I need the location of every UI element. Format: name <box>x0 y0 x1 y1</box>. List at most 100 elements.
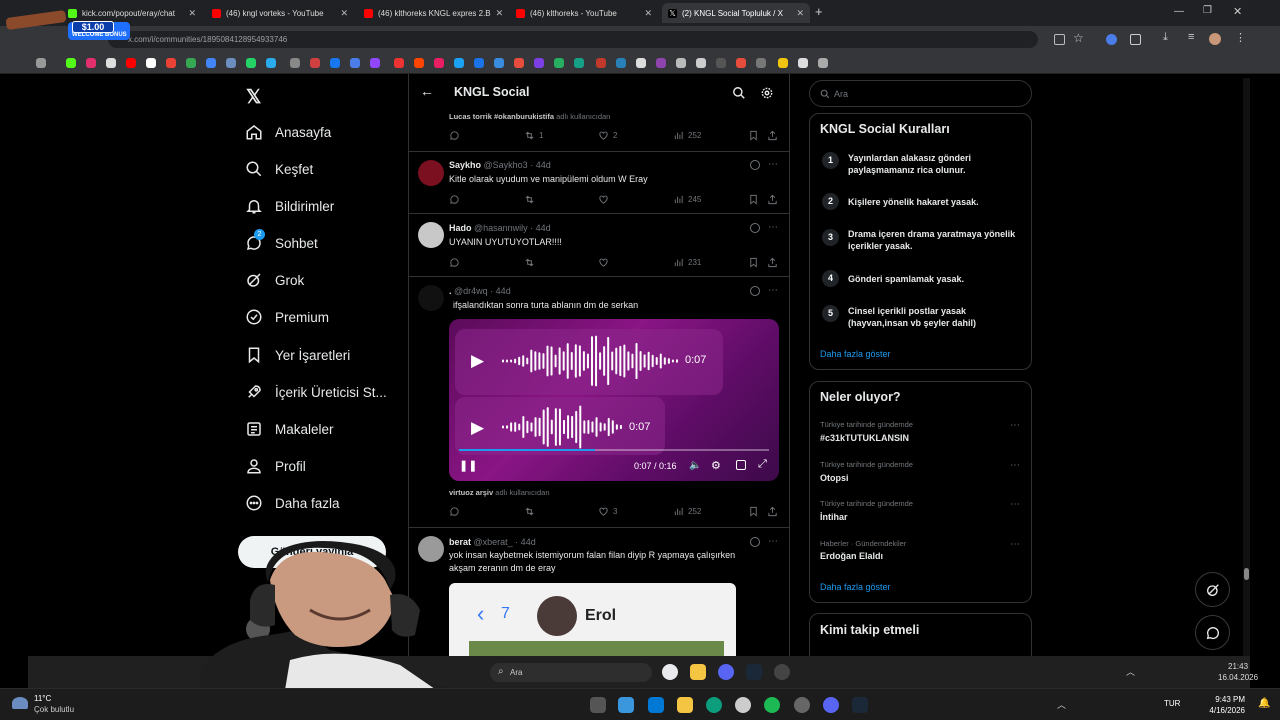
like-button[interactable]: 3 <box>598 506 617 517</box>
install-app-icon[interactable] <box>1054 34 1065 45</box>
menu-kebab-icon[interactable]: ⋮ <box>1235 31 1246 44</box>
tweet[interactable]: Lucas torrik #okanburukistifa adlı kulla… <box>408 110 790 152</box>
bookmark-twitch-icon[interactable] <box>370 58 380 68</box>
input-language[interactable]: TUR <box>1164 699 1180 708</box>
bookmark-gmail-icon[interactable] <box>166 58 176 68</box>
reply-icon[interactable] <box>449 257 460 268</box>
steam-icon[interactable] <box>852 697 868 713</box>
repost-icon[interactable] <box>524 257 535 268</box>
tray-chevron-icon[interactable]: ︿ <box>1057 698 1066 711</box>
bookmark-icon[interactable] <box>596 58 606 68</box>
apps-grid-icon[interactable] <box>36 58 46 68</box>
bookmark-icon[interactable] <box>748 506 759 517</box>
reply-icon[interactable] <box>449 194 460 205</box>
folder-icon[interactable] <box>690 664 706 680</box>
bookmark-drive-icon[interactable] <box>206 58 216 68</box>
grok-explain-icon[interactable] <box>750 223 760 233</box>
settings-gear-icon[interactable] <box>735 697 751 713</box>
share-icon[interactable] <box>767 130 778 141</box>
profile-avatar-icon[interactable] <box>1209 33 1221 45</box>
sidebar-item-creator-studio[interactable]: İçerik Üreticisi St... <box>245 380 387 404</box>
bookmark-icon[interactable] <box>554 58 564 68</box>
grok-explain-icon[interactable] <box>750 286 760 296</box>
volume-icon[interactable]: 🔈 <box>689 460 701 471</box>
avatar[interactable] <box>418 160 444 186</box>
repost-icon[interactable] <box>524 506 535 517</box>
discord-icon[interactable] <box>718 664 734 680</box>
tray-chevron-icon[interactable]: ︿ <box>1126 665 1135 678</box>
tweet-author[interactable]: Hado @hasannwily · 44d <box>449 223 551 233</box>
more-options-icon[interactable]: ⋯ <box>768 222 778 233</box>
avatar[interactable] <box>418 222 444 248</box>
close-window-icon[interactable]: ✕ <box>1233 5 1242 18</box>
more-options-icon[interactable]: ⋯ <box>1010 539 1020 550</box>
bookmark-icon[interactable] <box>716 58 726 68</box>
sidebar-item-notifications[interactable]: Bildirimler <box>245 194 334 218</box>
bookmark-icon[interactable] <box>494 58 504 68</box>
bookmark-icon[interactable] <box>454 58 464 68</box>
settings-gear-icon[interactable]: ⚙ <box>711 459 721 472</box>
like-button[interactable]: 2 <box>598 130 617 141</box>
bookmark-maps-icon[interactable] <box>186 58 196 68</box>
browser-tab[interactable]: (46) kngl vorteks - YouTube ✕ <box>206 3 354 23</box>
sidebar-item-home[interactable]: Anasayfa <box>245 120 331 144</box>
bookmark-icon[interactable] <box>310 58 320 68</box>
bookmark-youtube-icon[interactable] <box>126 58 136 68</box>
back-arrow-icon[interactable]: ← <box>420 83 434 99</box>
grok-explain-icon[interactable] <box>750 537 760 547</box>
sidebar-item-premium[interactable]: Premium <box>245 305 329 329</box>
steam-icon[interactable] <box>746 664 762 680</box>
bookmark-google-icon[interactable] <box>146 58 156 68</box>
bookmark-icon[interactable] <box>736 58 746 68</box>
share-icon[interactable] <box>767 506 778 517</box>
bookmark-icon[interactable] <box>474 58 484 68</box>
bookmark-icon[interactable] <box>350 58 360 68</box>
store-icon[interactable] <box>648 697 664 713</box>
bookmark-icon[interactable] <box>394 58 404 68</box>
bookmark-icon[interactable] <box>696 58 706 68</box>
app-icon[interactable] <box>794 697 810 713</box>
browser-tab-active[interactable]: 𝕏 (2) KNGL Social Topluluk / X ✕ <box>662 3 810 23</box>
notification-bell-icon[interactable]: 🔔 <box>1258 698 1270 709</box>
bookmark-icon[interactable] <box>226 58 236 68</box>
heart-icon[interactable] <box>598 194 609 205</box>
edge-icon[interactable] <box>706 697 722 713</box>
trend-name[interactable]: #c31kTUTUKLANSIN <box>820 433 909 443</box>
bookmark-telegram-icon[interactable] <box>266 58 276 68</box>
bookmark-icon[interactable] <box>574 58 584 68</box>
maximize-icon[interactable]: ❐ <box>1203 5 1212 16</box>
url-field[interactable]: x.com/i/communities/1895084128954933746 <box>108 31 1038 48</box>
bookmark-instagram-icon[interactable] <box>86 58 96 68</box>
x-logo-icon[interactable]: 𝕏 <box>246 86 261 109</box>
pip-icon[interactable] <box>736 460 746 470</box>
bookmark-facebook-icon[interactable] <box>330 58 340 68</box>
sidebar-item-bookmarks[interactable]: Yer İşaretleri <box>245 343 350 367</box>
close-tab-icon[interactable]: ✕ <box>796 8 804 19</box>
views-button[interactable]: 231 <box>673 257 701 268</box>
extensions-puzzle-icon[interactable] <box>1130 34 1141 45</box>
sidebar-item-articles[interactable]: Makaleler <box>245 417 334 441</box>
trend-name[interactable]: Erdoğan Elaldı <box>820 551 883 561</box>
search-icon[interactable] <box>732 86 746 100</box>
download-icon[interactable]: ⤓ <box>1163 31 1168 44</box>
more-options-icon[interactable]: ⋯ <box>768 536 778 547</box>
bookmark-reddit-icon[interactable] <box>414 58 424 68</box>
messages-float-button[interactable] <box>1195 615 1230 650</box>
scrollbar-thumb[interactable] <box>1244 568 1249 580</box>
reply-icon[interactable] <box>449 130 460 141</box>
more-options-icon[interactable]: ⋯ <box>1010 460 1020 471</box>
sidebar-item-explore[interactable]: Keşfet <box>245 157 313 181</box>
more-options-icon[interactable]: ⋯ <box>768 159 778 170</box>
fullscreen-icon[interactable]: ⤢ <box>758 458 767 471</box>
grok-float-button[interactable] <box>1195 572 1230 607</box>
video-progress-track[interactable] <box>459 449 769 451</box>
avatar[interactable] <box>418 285 444 311</box>
bookmark-icon[interactable] <box>636 58 646 68</box>
folder-icon[interactable] <box>677 697 693 713</box>
reply-icon[interactable] <box>449 506 460 517</box>
bookmark-icon[interactable] <box>434 58 444 68</box>
play-icon[interactable]: ▶ <box>471 351 484 371</box>
repost-button[interactable]: 1 <box>524 130 543 141</box>
close-tab-icon[interactable]: ✕ <box>644 8 652 19</box>
sidebar-item-chat[interactable]: Sohbet 2 <box>245 229 318 255</box>
